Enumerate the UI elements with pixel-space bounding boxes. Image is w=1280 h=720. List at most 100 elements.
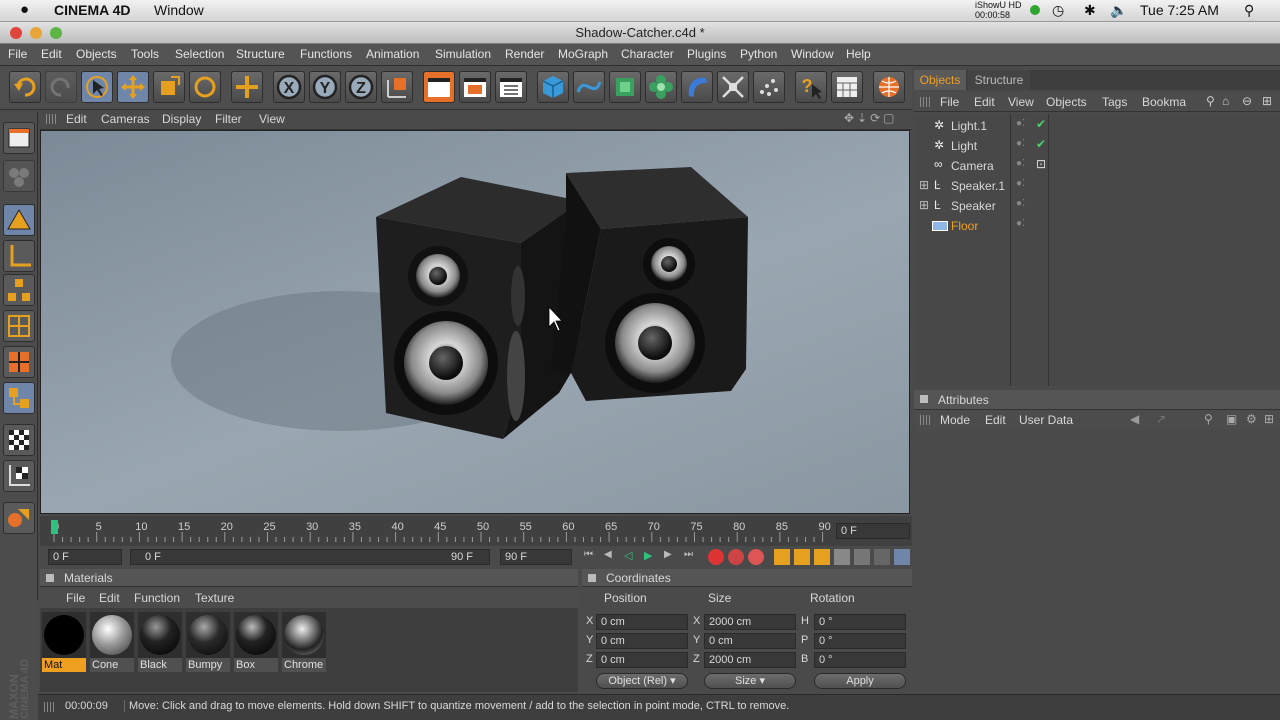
visibility-dots[interactable]: ●⁚ (1016, 218, 1025, 229)
time-machine-icon[interactable]: ◷ (1052, 2, 1064, 19)
live-select-button[interactable] (81, 71, 113, 103)
menu-render[interactable]: Render (505, 47, 544, 61)
render-settings-button[interactable] (495, 71, 527, 103)
new-panel-icon[interactable]: ⊞ (1262, 94, 1272, 108)
coordinate-system-button[interactable] (381, 71, 413, 103)
up-arrow-icon[interactable]: ↗ (1156, 412, 1166, 426)
points-mode-button[interactable] (3, 204, 35, 236)
tab-structure[interactable]: Structure (968, 70, 1030, 90)
size-mode-select[interactable]: Size ▾ (704, 673, 796, 689)
object-row-light-1[interactable]: ✲ Light.1 ●⁚ ✔ (914, 116, 1280, 136)
settings-icon[interactable]: ⚙ (1246, 412, 1257, 426)
scene-button[interactable] (717, 71, 749, 103)
attributes-menu-user-data[interactable]: User Data (1019, 413, 1073, 427)
render-view-button[interactable] (423, 71, 455, 103)
object-row-camera[interactable]: ∞ Camera ●⁚ ⊡ (914, 156, 1280, 176)
playhead[interactable] (51, 520, 58, 534)
menu-character[interactable]: Character (621, 47, 674, 61)
viewport-menu-edit[interactable]: Edit (66, 112, 87, 126)
texture-mode-button[interactable] (3, 346, 35, 378)
object-row-speaker[interactable]: ⊞ Ŀ Speaker ●⁚ (914, 196, 1280, 216)
next-frame-button[interactable]: ▶ (664, 549, 680, 565)
materials-menu-texture[interactable]: Texture (195, 591, 234, 605)
size-z-field[interactable]: 2000 cm (704, 652, 796, 668)
timeline-scheme-button[interactable] (874, 549, 890, 565)
rotate-button[interactable] (189, 71, 221, 103)
target-tag-icon[interactable]: ⊡ (1036, 157, 1046, 171)
autokey-button[interactable] (728, 549, 744, 565)
size-y-field[interactable]: 0 cm (704, 633, 796, 649)
play-button[interactable]: ▶ (644, 549, 660, 565)
menu-help[interactable]: Help (846, 47, 871, 61)
objects-menu-tags[interactable]: Tags (1102, 95, 1127, 109)
materials-menu-file[interactable]: File (66, 591, 85, 605)
object-row-speaker-1[interactable]: ⊞ Ŀ Speaker.1 ●⁚ (914, 176, 1280, 196)
coordinate-mode-select[interactable]: Object (Rel) ▾ (596, 673, 688, 689)
y-axis-button[interactable]: Y (309, 71, 341, 103)
play-reverse-button[interactable]: ◁ (624, 549, 640, 565)
prev-frame-button[interactable]: ◀ (604, 549, 620, 565)
visibility-dots[interactable]: ●⁚ (1016, 138, 1025, 149)
objects-menu-view[interactable]: View (1008, 95, 1034, 109)
objects-menu-bookmarks[interactable]: Bookma (1142, 95, 1186, 109)
menu-plugins[interactable]: Plugins (687, 47, 726, 61)
recent-tool-button[interactable] (231, 71, 263, 103)
key-position-button[interactable] (774, 549, 790, 565)
checker-button[interactable] (3, 424, 35, 456)
minimize-window-button[interactable] (30, 27, 42, 39)
menu-animation[interactable]: Animation (366, 47, 419, 61)
nurbs-button[interactable] (609, 71, 641, 103)
menu-edit[interactable]: Edit (41, 47, 62, 61)
search-icon[interactable]: ⚲ (1206, 94, 1215, 108)
volume-icon[interactable]: 🔈 (1110, 2, 1127, 19)
rot-p-field[interactable]: 0 ° (814, 633, 906, 649)
menu-tools[interactable]: Tools (131, 47, 159, 61)
material-cone[interactable]: Cone (90, 612, 134, 674)
zoom-window-button[interactable] (50, 27, 62, 39)
attributes-menu-mode[interactable]: Mode (940, 413, 970, 427)
search-icon[interactable]: ⚲ (1204, 412, 1213, 426)
pos-x-field[interactable]: 0 cm (596, 614, 688, 630)
attributes-menu-edit[interactable]: Edit (985, 413, 1006, 427)
rot-b-field[interactable]: 0 ° (814, 652, 906, 668)
key-pla-button[interactable] (854, 549, 870, 565)
apply-button[interactable]: Apply (814, 673, 906, 689)
bluetooth-icon[interactable]: ✱ (1084, 2, 1096, 19)
polygons-mode-button[interactable] (3, 274, 35, 306)
model-mode-button[interactable] (3, 310, 35, 342)
particles-button[interactable] (753, 71, 785, 103)
spline-button[interactable] (573, 71, 605, 103)
link-icon[interactable]: ⊖ (1242, 94, 1252, 108)
home-icon[interactable]: ⌂ (1222, 94, 1229, 108)
menu-python[interactable]: Python (740, 47, 777, 61)
menu-window[interactable]: Window (791, 47, 834, 61)
start-frame-field[interactable]: 0 F (48, 549, 122, 565)
visibility-dots[interactable]: ●⁚ (1016, 198, 1025, 209)
axis-mode-button[interactable] (3, 460, 35, 492)
keyframe-help-button[interactable] (748, 549, 764, 565)
undo-button[interactable] (9, 71, 41, 103)
visibility-dots[interactable]: ●⁚ (1016, 118, 1025, 129)
viewport-menu-view[interactable]: View (259, 112, 285, 126)
record-keys-button[interactable] (708, 549, 724, 565)
use-model-tool-button[interactable] (3, 122, 35, 154)
material-chrome[interactable]: Chrome (282, 612, 326, 674)
new-panel-icon[interactable]: ⊞ (1264, 412, 1274, 426)
menu-structure[interactable]: Structure (236, 47, 285, 61)
edges-mode-button[interactable] (3, 240, 35, 272)
back-arrow-icon[interactable]: ◀ (1130, 412, 1139, 426)
pos-y-field[interactable]: 0 cm (596, 633, 688, 649)
cube-button[interactable] (537, 71, 569, 103)
pos-z-field[interactable]: 0 cm (596, 652, 688, 668)
size-x-field[interactable]: 2000 cm (704, 614, 796, 630)
browser-button[interactable] (873, 71, 905, 103)
object-row-floor[interactable]: Floor ●⁚ (914, 216, 1280, 236)
render-picture-viewer-button[interactable] (459, 71, 491, 103)
go-end-button[interactable]: ⏭ (684, 549, 700, 565)
key-param-button[interactable] (834, 549, 850, 565)
expand-icon[interactable]: ⊞ (919, 178, 929, 192)
materials-menu-function[interactable]: Function (134, 591, 180, 605)
apple-icon[interactable]: ● (20, 1, 29, 18)
menu-simulation[interactable]: Simulation (435, 47, 491, 61)
material-mat[interactable]: Mat (42, 612, 86, 674)
